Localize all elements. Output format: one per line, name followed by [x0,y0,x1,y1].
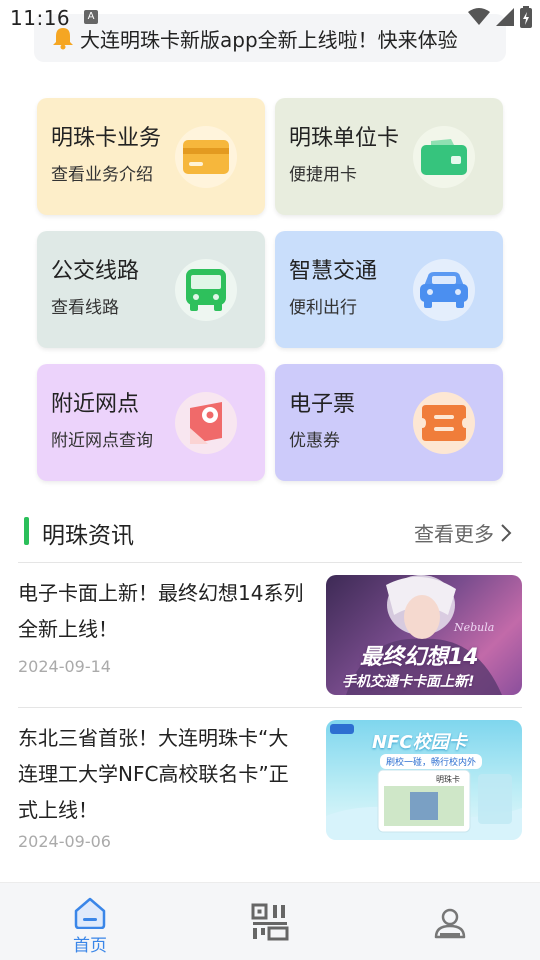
tab-qrcode[interactable] [220,883,320,960]
news-image-text-2: 刷校一碰，畅行校内外 [380,754,483,769]
section-title: 明珠资讯 [42,523,134,549]
news-item[interactable]: 东北三省首张！大连明珠卡“大连理工大学NFC高校联名卡”正式上线！ 2024-0… [18,720,522,860]
card-icon [175,126,237,188]
status-bar: 11:16 A [0,0,540,34]
service-card-unit[interactable]: 明珠单位卡 便捷用卡 [275,98,503,215]
qr-code-icon [251,903,289,941]
tab-home[interactable]: 首页 [40,883,140,960]
signal-icon [496,8,514,26]
wifi-icon [468,8,490,25]
divider [18,707,522,708]
service-card-bus[interactable]: 公交线路 查看线路 [37,231,265,348]
service-card-traffic[interactable]: 智慧交通 便利出行 [275,231,503,348]
news-thumbnail: NFC校园卡 刷校一碰，畅行校内外 明珠卡 [326,720,522,840]
news-image-text-3: 手机交通卡卡面上新! [342,674,475,690]
profile-icon [434,908,466,939]
service-card-business[interactable]: 明珠卡业务 查看业务介绍 [37,98,265,215]
car-icon [413,259,475,321]
news-image-text-1: NFC校园卡 [372,732,467,753]
news-item[interactable]: 电子卡面上新！最终幻想14系列全新上线！ 2024-09-14 Nebula 最… [18,575,522,695]
news-section-header: 明珠资讯 查看更多 [18,512,522,552]
tab-profile[interactable] [400,883,500,960]
notification-a-icon: A [84,10,98,24]
battery-icon [520,6,532,28]
news-image-text-3: 明珠卡 [436,775,460,784]
bottom-tab-bar: 首页 [0,882,540,960]
news-title: 东北三省首张！大连明珠卡“大连理工大学NFC高校联名卡”正式上线！ [18,726,289,822]
wallet-icon [413,126,475,188]
status-right [468,6,532,28]
news-date: 2024-09-06 [18,832,111,851]
more-news-link[interactable]: 查看更多 [414,518,512,547]
bus-icon [175,259,237,321]
news-thumbnail: Nebula 最终幻想14 手机交通卡卡面上新! [326,575,522,695]
map-pin-icon [175,392,237,454]
news-image-text-1: Nebula [454,621,495,634]
more-news-label: 查看更多 [414,522,494,546]
service-card-eticket[interactable]: 电子票 优惠券 [275,364,503,481]
ticket-icon [413,392,475,454]
home-icon [74,897,106,929]
service-card-outlets[interactable]: 附近网点 附近网点查询 [37,364,265,481]
divider [18,562,522,563]
chevron-right-icon [501,523,512,542]
news-title: 电子卡面上新！最终幻想14系列全新上线！ [18,581,304,641]
news-image-text-2: 最终幻想14 [360,645,479,670]
section-accent-bar [24,517,29,545]
status-time: 11:16 [10,6,71,30]
service-grid: 明珠卡业务 查看业务介绍 明珠单位卡 便捷用卡 公交线路 查看线路 智慧交通 便… [37,98,503,481]
tab-home-label: 首页 [73,936,107,956]
news-date: 2024-09-14 [18,657,111,676]
